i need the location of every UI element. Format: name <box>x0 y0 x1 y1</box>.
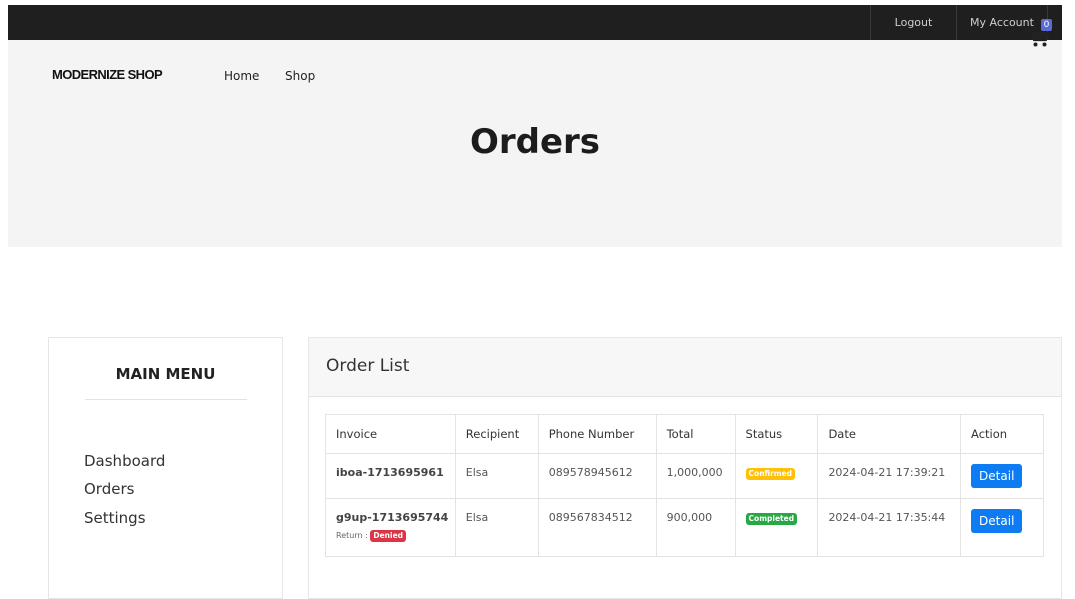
phone-cell: 089578945612 <box>537 453 657 499</box>
status-cell: Completed <box>734 498 819 557</box>
order-list-title: Order List <box>326 356 410 376</box>
column-header-phone[interactable]: Phone Number <box>537 414 657 454</box>
sidebar-item-orders[interactable]: Orders <box>84 480 134 498</box>
orders-table: Invoice Recipient Phone Number Total Sta… <box>325 414 1044 557</box>
nav-home[interactable]: Home <box>224 69 259 83</box>
status-badge: Confirmed <box>745 468 796 480</box>
cart-count-badge: 0 <box>1041 19 1052 31</box>
invoice-cell: iboa-1713695961 <box>325 453 456 499</box>
column-header-recipient[interactable]: Recipient <box>454 414 539 454</box>
nav-shop[interactable]: Shop <box>285 69 315 83</box>
action-cell: Detail <box>960 453 1044 499</box>
invoice-number: iboa-1713695961 <box>336 466 444 479</box>
status-cell: Confirmed <box>734 453 819 499</box>
shop-logo[interactable]: MODERNIZE SHOP <box>52 67 163 82</box>
sidebar-item-settings[interactable]: Settings <box>84 509 146 527</box>
total-cell: 1,000,000 <box>655 453 736 499</box>
sidebar-divider <box>85 399 247 400</box>
date-cell: 2024-04-21 17:39:21 <box>817 453 962 499</box>
column-header-date[interactable]: Date <box>817 414 962 454</box>
sidebar-item-dashboard[interactable]: Dashboard <box>84 452 165 470</box>
header-hero: MODERNIZE SHOP Home Shop Orders <box>8 40 1062 247</box>
recipient-cell: Elsa <box>454 498 539 557</box>
column-header-invoice[interactable]: Invoice <box>325 414 456 454</box>
sidebar-title: MAIN MENU <box>115 365 216 383</box>
action-cell: Detail <box>960 498 1044 557</box>
invoice-cell: g9up-1713695744 Return : Denied <box>325 498 456 557</box>
return-info: Return : Denied <box>336 530 455 542</box>
sidebar-menu: MAIN MENU Dashboard Orders Settings <box>48 337 283 599</box>
detail-button[interactable]: Detail <box>971 464 1023 488</box>
date-cell: 2024-04-21 17:35:44 <box>817 498 962 557</box>
order-list-header: Order List <box>309 338 1061 397</box>
return-label: Return : <box>336 531 368 540</box>
phone-cell: 089567834512 <box>537 498 657 557</box>
status-badge: Completed <box>745 513 798 525</box>
order-list-card: Order List Invoice Recipient Phone Numbe… <box>308 337 1062 599</box>
column-header-action[interactable]: Action <box>960 414 1044 454</box>
logout-link[interactable]: Logout <box>870 5 956 40</box>
invoice-number: g9up-1713695744 <box>336 511 449 524</box>
table-header-row: Invoice Recipient Phone Number Total Sta… <box>325 414 1044 454</box>
detail-button[interactable]: Detail <box>971 509 1023 533</box>
table-row: iboa-1713695961 Elsa 089578945612 1,000,… <box>325 453 1044 499</box>
return-status-badge: Denied <box>370 530 407 542</box>
page-title: Orders <box>469 122 601 162</box>
recipient-cell: Elsa <box>454 453 539 499</box>
table-row: g9up-1713695744 Return : Denied Elsa 089… <box>325 498 1044 557</box>
total-cell: 900,000 <box>655 498 736 557</box>
top-bar: Logout My Account <box>8 5 1062 40</box>
column-header-total[interactable]: Total <box>655 414 736 454</box>
column-header-status[interactable]: Status <box>734 414 819 454</box>
